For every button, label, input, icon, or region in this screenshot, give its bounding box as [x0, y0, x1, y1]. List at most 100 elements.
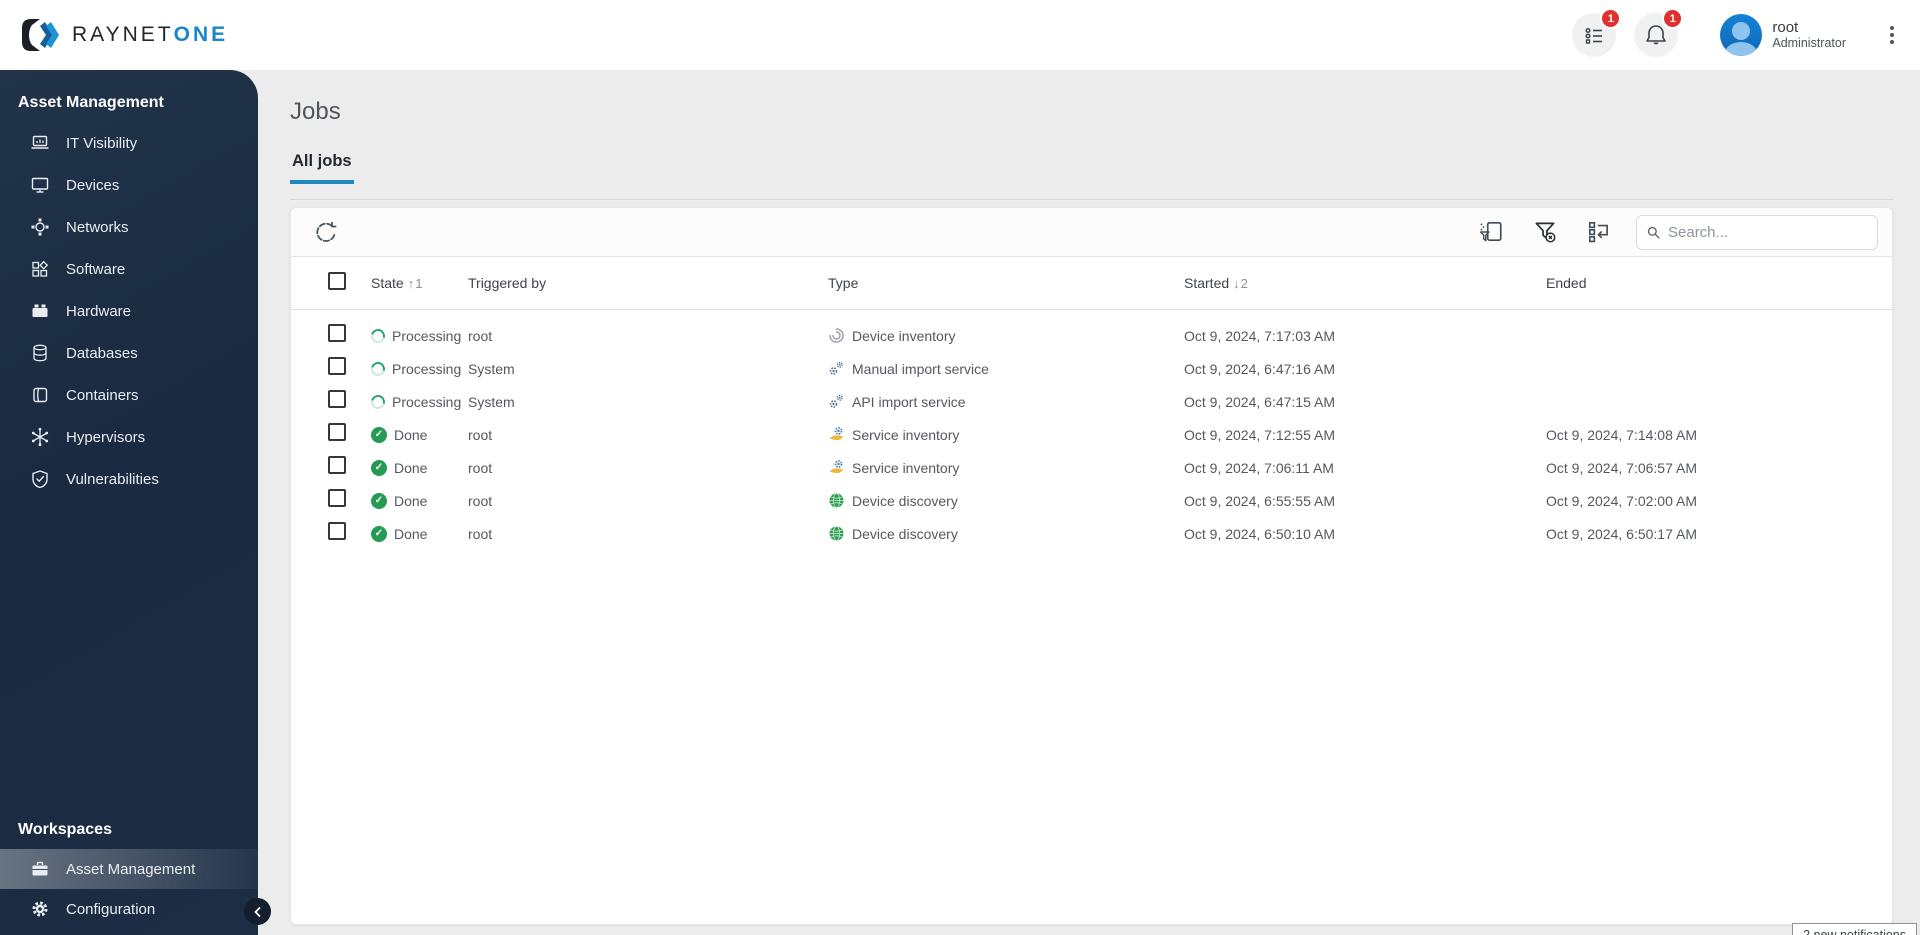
- user-info[interactable]: root Administrator: [1772, 19, 1846, 51]
- processing-spinner-icon: [368, 391, 388, 412]
- workspace-item-label: Configuration: [66, 900, 156, 918]
- notifications-badge: 1: [1662, 8, 1684, 29]
- done-check-icon: [371, 525, 387, 542]
- table-row[interactable]: Done root Service inventory Oct 9, 2024,…: [291, 451, 1892, 484]
- sidebar-item-label: Containers: [66, 386, 139, 404]
- row-checkbox[interactable]: [328, 357, 346, 375]
- select-all-checkbox[interactable]: [328, 271, 346, 290]
- table-row[interactable]: Processing System Manual import service …: [291, 352, 1892, 385]
- sidebar-collapse-button[interactable]: [244, 898, 271, 925]
- task-list-button[interactable]: 1: [1572, 8, 1622, 57]
- avatar-person-icon: [1732, 22, 1751, 40]
- workspaces-section: Workspaces Asset Management Configuratio…: [0, 797, 258, 929]
- user-name: root: [1772, 19, 1799, 37]
- workspaces-title: Workspaces: [18, 821, 112, 838]
- jobs-card: State ↑1 Triggered by Type Started ↓2 En…: [290, 207, 1893, 925]
- gear-icon: [32, 901, 48, 917]
- sort-indicator: ↓ 2: [1233, 275, 1248, 291]
- column-header-state[interactable]: State ↑ 1: [371, 275, 468, 291]
- sidebar-item-label: Hypervisors: [66, 428, 146, 446]
- done-check-icon: [371, 492, 387, 509]
- chevron-left-icon: [253, 906, 260, 917]
- table-row[interactable]: Processing System API import service Oct…: [291, 385, 1892, 418]
- done-check-icon: [371, 426, 387, 443]
- sidebar-section-title: Asset Management: [18, 94, 164, 111]
- sidebar-item-hardware[interactable]: Hardware: [0, 290, 258, 332]
- tab-all-jobs[interactable]: All jobs: [290, 152, 354, 184]
- notifications-button[interactable]: 1: [1634, 8, 1684, 57]
- service-inventory-icon: [829, 460, 843, 474]
- workspace-item-asset-management[interactable]: Asset Management: [0, 849, 258, 889]
- table-header: State ↑ 1 Triggered by Type Started ↓ 2 En…: [291, 257, 1892, 310]
- import-service-icon: [829, 361, 843, 375]
- vulnerabilities-icon: [32, 470, 48, 489]
- table-row[interactable]: Done root Device discovery Oct 9, 2024, …: [291, 517, 1892, 550]
- refresh-icon: [316, 222, 337, 242]
- hypervisors-icon: [31, 427, 49, 447]
- table-body: Processing root Device inventory Oct 9, …: [291, 310, 1892, 550]
- software-icon: [32, 260, 49, 277]
- device-discovery-icon: [829, 526, 844, 541]
- column-header-started[interactable]: Started ↓ 2: [1184, 275, 1546, 291]
- sidebar-item-hypervisors[interactable]: Hypervisors: [0, 416, 258, 458]
- clear-filter-button[interactable]: [1528, 215, 1562, 249]
- notification-toast-clip: 2 new notifications: [1792, 923, 1917, 935]
- hardware-icon: [32, 304, 48, 317]
- device-discovery-icon: [829, 493, 844, 508]
- brand-logo[interactable]: RAYNETONE: [20, 17, 228, 53]
- row-checkbox[interactable]: [328, 324, 346, 342]
- workspace-item-configuration[interactable]: Configuration: [0, 889, 258, 929]
- table-row[interactable]: Processing root Device inventory Oct 9, …: [291, 319, 1892, 352]
- device-inventory-icon: [829, 328, 844, 343]
- sidebar-item-label: Software: [66, 260, 126, 278]
- column-chooser-button[interactable]: [1582, 215, 1616, 249]
- service-inventory-icon: [829, 427, 843, 441]
- task-list-icon: [1585, 27, 1603, 44]
- tabs-bar: All jobs: [290, 152, 1893, 184]
- networks-icon: [31, 218, 49, 236]
- main-content: Jobs All jobs Search... State ↑ 1 Trigge…: [258, 70, 1920, 935]
- notification-toast[interactable]: 2 new notifications: [1792, 923, 1917, 935]
- user-role: Administrator: [1772, 36, 1846, 51]
- sidebar-item-networks[interactable]: Networks: [0, 206, 258, 248]
- row-checkbox[interactable]: [328, 423, 346, 441]
- task-list-badge: 1: [1600, 8, 1622, 29]
- databases-icon: [33, 344, 47, 362]
- column-header-ended[interactable]: Ended: [1546, 275, 1892, 291]
- kebab-menu-icon[interactable]: [1890, 26, 1894, 44]
- sidebar-item-label: Databases: [66, 344, 138, 362]
- search-input[interactable]: [1668, 223, 1867, 241]
- search-icon: [1647, 226, 1660, 239]
- table-row[interactable]: Done root Service inventory Oct 9, 2024,…: [291, 418, 1892, 451]
- processing-spinner-icon: [368, 358, 388, 379]
- row-checkbox[interactable]: [328, 489, 346, 507]
- sidebar-item-vulnerabilities[interactable]: Vulnerabilities: [0, 458, 258, 500]
- export-filter-button[interactable]: [1474, 215, 1508, 249]
- workspace-item-label: Asset Management: [66, 860, 196, 878]
- briefcase-icon: [32, 861, 48, 876]
- sidebar-item-devices[interactable]: Devices: [0, 164, 258, 206]
- sidebar-item-it-visibility[interactable]: IT Visibility: [0, 122, 258, 164]
- user-avatar[interactable]: [1720, 14, 1763, 56]
- tabs-divider: [290, 199, 1893, 200]
- row-checkbox[interactable]: [328, 390, 346, 408]
- column-header-type[interactable]: Type: [828, 275, 1184, 291]
- sidebar-item-containers[interactable]: Containers: [0, 374, 258, 416]
- sidebar-item-software[interactable]: Software: [0, 248, 258, 290]
- sidebar-item-databases[interactable]: Databases: [0, 332, 258, 374]
- sort-indicator: ↑ 1: [407, 275, 423, 291]
- refresh-button[interactable]: [309, 215, 343, 249]
- row-checkbox[interactable]: [328, 456, 346, 474]
- import-service-icon: [829, 394, 843, 408]
- devices-icon: [31, 177, 49, 193]
- brand-logo-icon: [22, 19, 59, 51]
- topbar: RAYNETONE 1 1 root Administrator: [0, 0, 1920, 70]
- processing-spinner-icon: [368, 325, 388, 346]
- sidebar-item-label: Hardware: [66, 302, 132, 320]
- row-checkbox[interactable]: [328, 522, 346, 540]
- sidebar-item-label: Vulnerabilities: [66, 470, 159, 488]
- containers-icon: [33, 387, 48, 403]
- done-check-icon: [371, 459, 387, 476]
- table-row[interactable]: Done root Device discovery Oct 9, 2024, …: [291, 484, 1892, 517]
- column-header-triggered-by[interactable]: Triggered by: [468, 275, 828, 291]
